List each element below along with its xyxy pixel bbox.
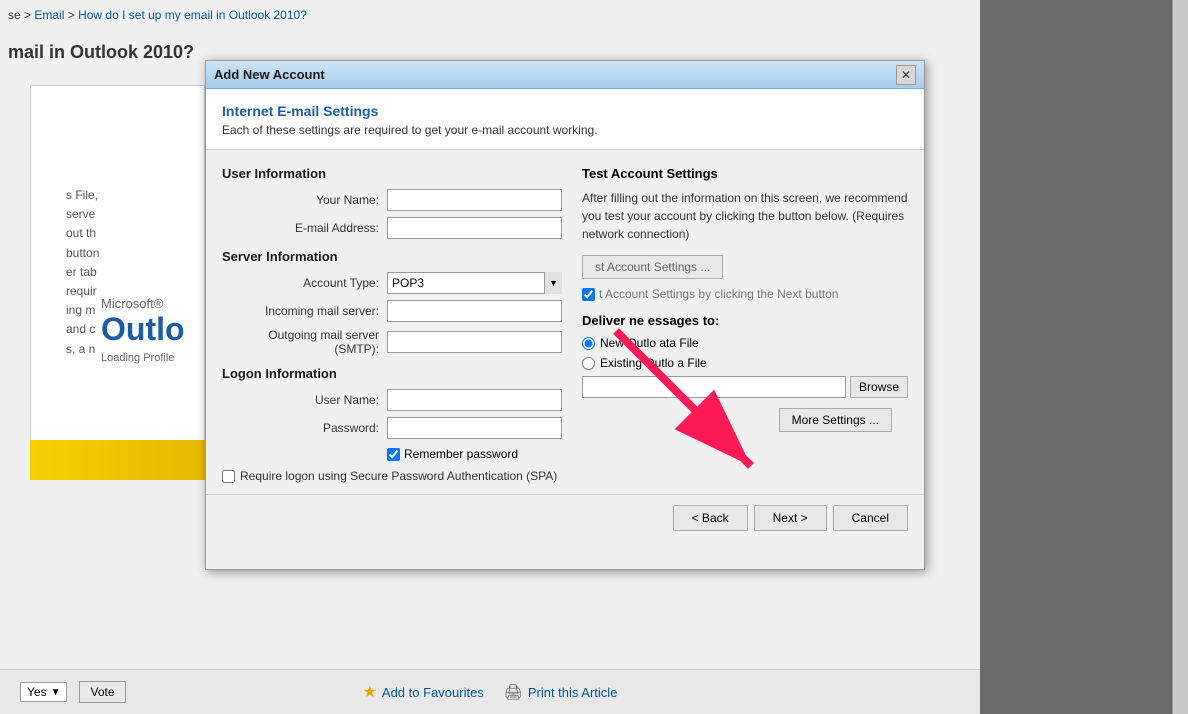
dialog-right-section: Test Account Settings After filling out … — [582, 166, 908, 461]
spa-label: Require logon using Secure Password Auth… — [240, 469, 557, 483]
breadcrumb-sep1: > — [24, 8, 34, 22]
next-button[interactable]: Next > — [754, 505, 827, 531]
outgoing-server-input[interactable] — [387, 331, 562, 353]
panel-line-8: and c — [66, 320, 99, 339]
yes-label: Yes — [27, 685, 47, 699]
test-account-settings-button[interactable]: st Account Settings ... — [582, 255, 723, 279]
panel-line-6: requir — [66, 282, 99, 301]
bottom-bar: Yes ▼ Vote ★ Add to Favourites 🖨 Print t… — [0, 669, 980, 714]
outlook-logo-text: Outlo — [101, 311, 201, 348]
server-info-title: Server Information — [222, 249, 562, 264]
account-type-row: Account Type: POP3 IMAP ▼ — [222, 272, 562, 294]
panel-line-3: out th — [66, 224, 99, 243]
remember-password-row: Remember password — [387, 447, 562, 461]
email-address-row: E-mail Address: — [222, 217, 562, 239]
user-name-input[interactable] — [387, 389, 562, 411]
yellow-banner — [30, 440, 205, 480]
test-section-title: Test Account Settings — [582, 166, 908, 181]
remember-password-label: Remember password — [404, 447, 518, 461]
back-button[interactable]: < Back — [673, 505, 748, 531]
add-to-favourites-label: Add to Favourites — [382, 685, 484, 700]
print-article-link[interactable]: 🖨 Print this Article — [504, 683, 618, 701]
deliver-title: Deliver ne essages to: — [582, 313, 908, 328]
cancel-button[interactable]: Cancel — [833, 505, 908, 531]
dialog-left-section: User Information Your Name: E-mail Addre… — [222, 166, 562, 461]
test-section-text: After filling out the information on thi… — [582, 189, 908, 243]
spa-checkbox[interactable] — [222, 470, 235, 483]
left-panel-text: s File, serve out th button er tab requi… — [66, 186, 99, 359]
incoming-server-input[interactable] — [387, 300, 562, 322]
breadcrumb-home: se — [8, 8, 21, 22]
more-settings-area: More Settings ... — [582, 398, 908, 438]
account-type-select[interactable]: POP3 IMAP — [387, 272, 562, 294]
user-name-label: User Name: — [222, 393, 387, 407]
panel-line-4: button — [66, 244, 99, 263]
browse-button[interactable]: Browse — [850, 376, 908, 398]
password-label: Password: — [222, 421, 387, 435]
account-type-select-wrapper: POP3 IMAP ▼ — [387, 272, 562, 294]
account-type-label: Account Type: — [222, 276, 387, 290]
left-panel: s File, serve out th button er tab requi… — [30, 85, 205, 475]
panel-line-9: s, a n — [66, 340, 99, 359]
panel-line-7: ing m — [66, 301, 99, 320]
password-input[interactable] — [387, 417, 562, 439]
user-info-title: User Information — [222, 166, 562, 181]
ms-logo-area: Microsoft® Outlo Loading Profile — [101, 296, 201, 364]
yes-dropdown[interactable]: Yes ▼ — [20, 682, 67, 702]
existing-file-row: Existing Outlo a File — [582, 356, 908, 370]
spa-checkbox-section: Require logon using Secure Password Auth… — [206, 461, 924, 494]
spa-checkbox-row: Require logon using Secure Password Auth… — [222, 469, 908, 483]
add-new-account-dialog: Add New Account ✕ Internet E-mail Settin… — [205, 60, 925, 570]
add-to-favourites-link[interactable]: ★ Add to Favourites — [363, 682, 484, 702]
dialog-content: User Information Your Name: E-mail Addre… — [206, 150, 924, 461]
loading-profile: Loading Profile — [101, 352, 201, 364]
remember-password-checkbox[interactable] — [387, 448, 400, 461]
password-row: Password: — [222, 417, 562, 439]
outgoing-server-row: Outgoing mail server (SMTP): — [222, 328, 562, 356]
dialog-title: Add New Account — [214, 67, 325, 82]
dialog-header-title: Internet E-mail Settings — [222, 103, 908, 119]
print-label: Print this Article — [528, 685, 618, 700]
test-next-checkbox[interactable] — [582, 288, 595, 301]
breadcrumb-sep2: > — [68, 8, 78, 22]
email-address-input[interactable] — [387, 217, 562, 239]
existing-file-radio[interactable] — [582, 357, 595, 370]
panel-line-5: er tab — [66, 263, 99, 282]
new-data-file-radio[interactable] — [582, 337, 595, 350]
new-data-file-row: New Outlo ata File — [582, 336, 908, 350]
page-title: mail in Outlook 2010? — [8, 42, 194, 63]
dialog-header-section: Internet E-mail Settings Each of these s… — [206, 89, 924, 150]
existing-file-label: Existing Outlo a File — [600, 356, 707, 370]
panel-line-1: s File, — [66, 186, 99, 205]
file-browse-row: Browse — [582, 376, 908, 398]
dialog-header-subtitle: Each of these settings are required to g… — [222, 123, 908, 137]
breadcrumb-email-link[interactable]: Email — [34, 8, 64, 22]
breadcrumb: se > Email > How do I set up my email in… — [8, 8, 307, 22]
test-next-label: t Account Settings by clicking the Next … — [599, 287, 838, 301]
dropdown-arrow-icon: ▼ — [51, 687, 61, 698]
logon-info-title: Logon Information — [222, 366, 562, 381]
bottom-links: ★ Add to Favourites 🖨 Print this Article — [363, 682, 618, 702]
new-data-file-label: New Outlo ata File — [600, 336, 699, 350]
star-icon: ★ — [363, 682, 377, 702]
file-path-input[interactable] — [582, 376, 846, 398]
your-name-input[interactable] — [387, 189, 562, 211]
your-name-label: Your Name: — [222, 193, 387, 207]
your-name-row: Your Name: — [222, 189, 562, 211]
dialog-titlebar: Add New Account ✕ — [206, 61, 924, 89]
more-settings-button[interactable]: More Settings ... — [779, 408, 892, 432]
panel-line-2: serve — [66, 205, 99, 224]
breadcrumb-article-link[interactable]: How do I set up my email in Outlook 2010… — [78, 8, 307, 22]
incoming-server-row: Incoming mail server: — [222, 300, 562, 322]
ms-text: Microsoft® — [101, 296, 201, 311]
user-name-row: User Name: — [222, 389, 562, 411]
vote-button[interactable]: Vote — [79, 681, 125, 703]
print-icon: 🖨 — [504, 683, 523, 701]
outgoing-server-label: Outgoing mail server (SMTP): — [222, 328, 387, 356]
dialog-close-button[interactable]: ✕ — [896, 65, 916, 85]
incoming-server-label: Incoming mail server: — [222, 304, 387, 318]
test-next-checkbox-row: t Account Settings by clicking the Next … — [582, 287, 908, 301]
dialog-footer: < Back Next > Cancel — [206, 494, 924, 541]
email-address-label: E-mail Address: — [222, 221, 387, 235]
